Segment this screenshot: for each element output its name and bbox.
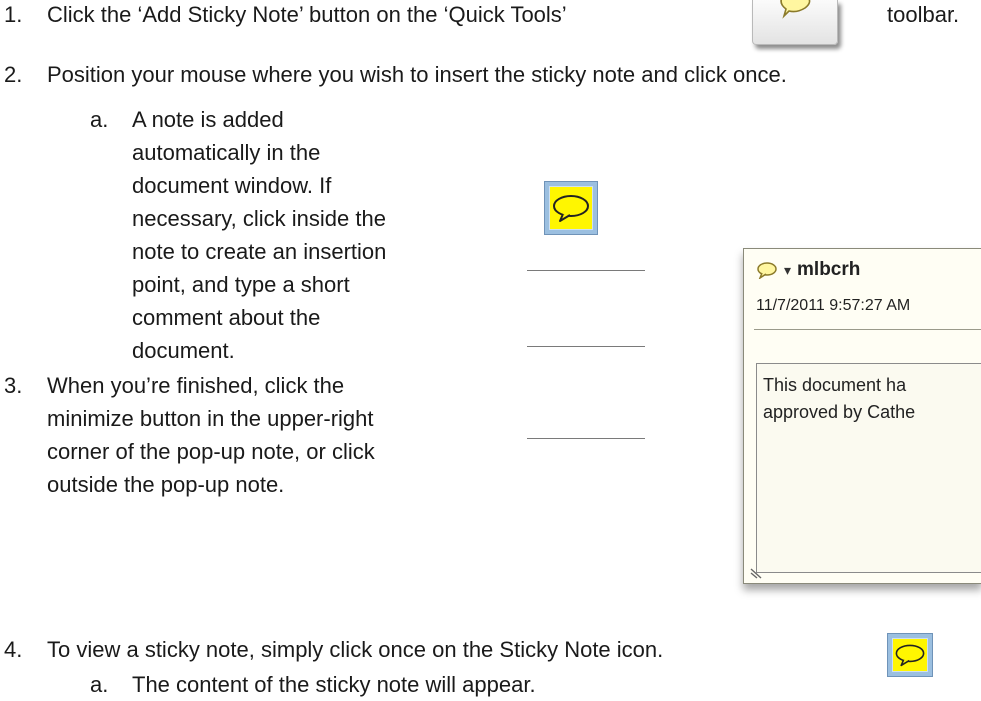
note-text-line: This document ha <box>763 375 907 395</box>
step-4-text: To view a sticky note, simply click once… <box>47 637 664 662</box>
options-menu-arrow[interactable]: ▾ <box>784 262 791 279</box>
step-4-number: 4. <box>4 637 23 662</box>
step-2a-line: note to create an insertion <box>132 239 387 264</box>
step-2a-line: A note is added <box>132 107 284 132</box>
step-3-number: 3. <box>4 373 23 398</box>
popup-divider <box>754 329 981 330</box>
step-4a-letter: a. <box>90 672 109 697</box>
resize-grip-icon[interactable] <box>750 567 764 579</box>
step-2a-letter: a. <box>90 107 109 132</box>
document-line <box>527 346 645 347</box>
note-author: mlbcrh <box>797 259 861 280</box>
note-date: 11/7/2011 9:57:27 AM <box>756 297 911 314</box>
document-line <box>527 270 645 271</box>
step-3-line: minimize button in the upper-right <box>47 406 374 431</box>
step-2-number: 2. <box>4 62 23 87</box>
step-2a-line: automatically in the <box>132 140 321 165</box>
add-sticky-note-toolbar-button <box>752 0 838 45</box>
step-3-line: outside the pop-up note. <box>47 472 285 497</box>
step-3-line: When you’re finished, click the <box>47 373 345 398</box>
step-2a-line: necessary, click inside the <box>132 206 386 231</box>
sticky-note-popup: ▾ mlbcrh 11/7/2011 9:57:27 AM This docum… <box>743 248 981 584</box>
popup-header: ▾ mlbcrh <box>756 259 860 281</box>
step-4a-text: The content of the sticky note will appe… <box>132 672 536 697</box>
document-line <box>527 438 645 439</box>
speech-bubble-icon <box>553 195 589 222</box>
sticky-note-icon[interactable] <box>887 633 933 677</box>
step-2a-paragraph: A note is added automatically in the doc… <box>132 103 386 367</box>
step-2a-line: point, and type a short <box>132 272 350 297</box>
step-1-text-after: toolbar. <box>887 2 960 27</box>
step-1-text: Click the ‘Add Sticky Note’ button on th… <box>47 2 567 27</box>
step-1-number: 1. <box>4 2 23 27</box>
step-2a-line: comment about the <box>132 305 321 330</box>
speech-bubble-icon <box>895 644 925 667</box>
speech-bubble-icon <box>780 0 811 19</box>
comment-icon <box>757 262 777 279</box>
step-2a-line: document window. If <box>132 173 332 198</box>
step-3-line: corner of the pop-up note, or click <box>47 439 375 464</box>
step-3-paragraph: When you’re finished, click the minimize… <box>47 369 375 501</box>
step-2-text: Position your mouse where you wish to in… <box>47 62 787 87</box>
step-2a-line: document. <box>132 338 235 363</box>
note-text-line: approved by Cathe <box>763 402 916 422</box>
sticky-note-icon[interactable] <box>544 181 598 235</box>
note-text-area[interactable]: This document ha approved by Cathe <box>756 363 981 573</box>
